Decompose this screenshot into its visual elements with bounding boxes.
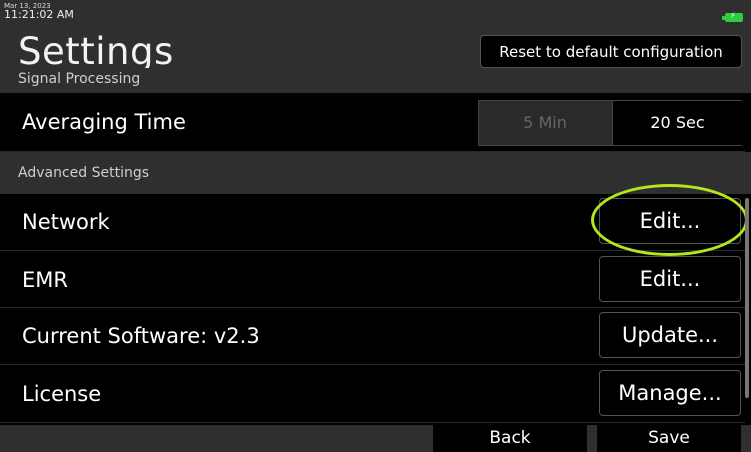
status-time: 11:21:02 AM [4, 8, 74, 21]
averaging-time-label: Averaging Time [22, 110, 186, 134]
network-label: Network [22, 210, 110, 234]
license-manage-button[interactable]: Manage... [599, 370, 741, 416]
battery-charging-icon: ⚡ [722, 11, 743, 22]
top-bar: Mar 13, 2023 11:21:02 AM Settings ⚡ Rese… [0, 0, 751, 75]
back-button[interactable]: Back [433, 425, 587, 452]
current-software-label: Current Software: v2.3 [22, 324, 260, 348]
network-edit-button[interactable]: Edit... [599, 198, 741, 244]
emr-label: EMR [22, 268, 68, 292]
license-label: License [22, 382, 102, 406]
averaging-time-segmented-control: 5 Min 20 Sec [478, 100, 742, 146]
option-20-sec[interactable]: 20 Sec [612, 101, 742, 145]
update-software-button[interactable]: Update... [599, 312, 741, 358]
reset-default-button[interactable]: Reset to default configuration [480, 35, 742, 68]
scrollbar[interactable] [745, 198, 749, 398]
section-header-advanced-settings: Advanced Settings [0, 152, 751, 194]
save-button[interactable]: Save [597, 425, 741, 452]
option-5-min[interactable]: 5 Min [479, 101, 611, 145]
section-header-signal-processing: Signal Processing [0, 68, 751, 93]
emr-edit-button[interactable]: Edit... [599, 256, 741, 302]
